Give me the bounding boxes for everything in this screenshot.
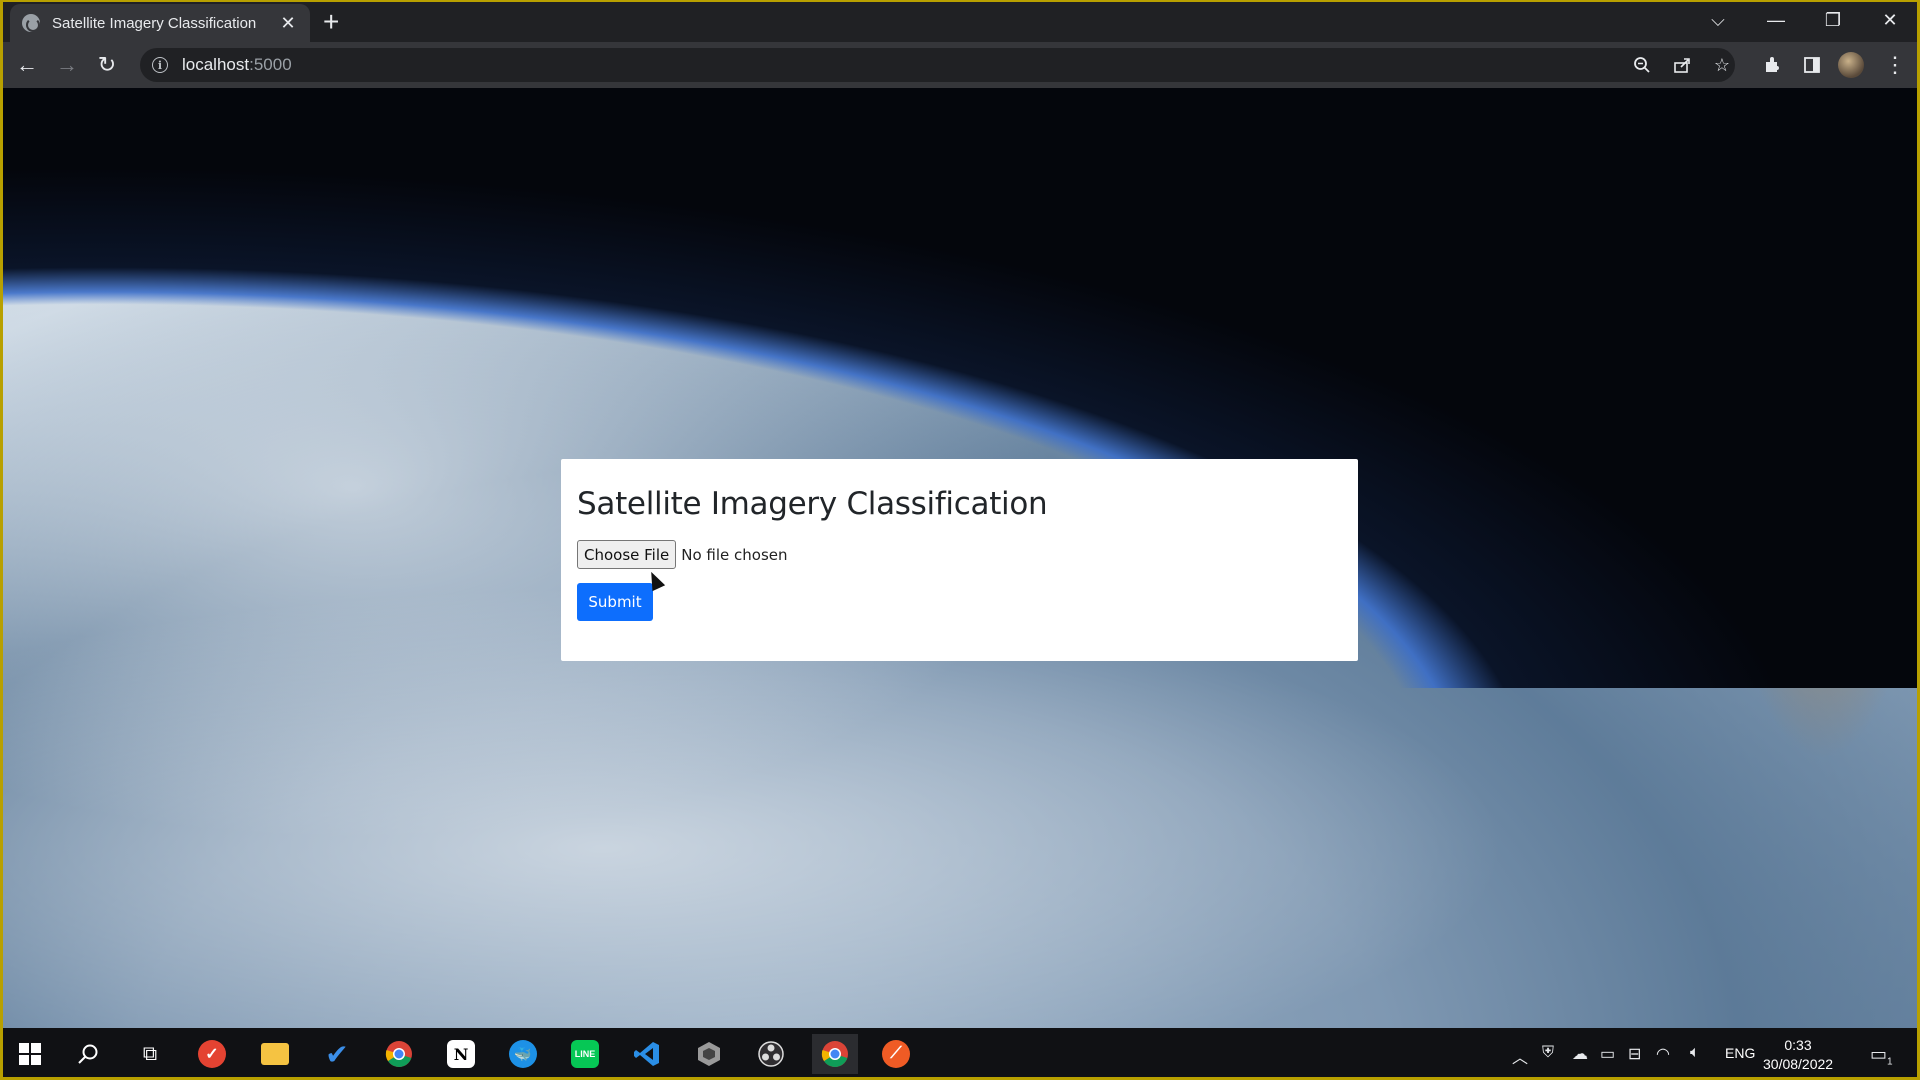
page-title: Satellite Imagery Classification [577, 486, 1048, 522]
submit-button[interactable]: Submit [577, 583, 653, 621]
extensions-icon[interactable] [1757, 50, 1787, 80]
docker-icon[interactable]: 🐳 [503, 1034, 543, 1074]
address-bar[interactable]: i localhost:5000 [140, 48, 1735, 82]
site-info-icon[interactable]: i [152, 57, 168, 73]
profile-avatar[interactable] [1838, 52, 1864, 78]
notification-icon: ▭ [1870, 1044, 1888, 1064]
file-input: Choose File No file chosen [577, 540, 1342, 569]
zoom-icon[interactable] [1627, 50, 1657, 80]
task-view-icon[interactable]: ⧉ [130, 1034, 170, 1074]
battery-icon[interactable]: ▭ [1600, 1044, 1615, 1064]
file-status-text: No file chosen [681, 545, 788, 564]
choose-file-button[interactable]: Choose File [577, 540, 677, 569]
security-icon[interactable]: ⛨ [1542, 1044, 1554, 1062]
chrome-icon[interactable] [379, 1034, 419, 1074]
obs-icon[interactable] [751, 1034, 791, 1074]
language-indicator[interactable]: ENG [1725, 1045, 1755, 1061]
url-host: localhost [182, 55, 250, 74]
microsoft-todo-icon[interactable]: ✔ [317, 1034, 357, 1074]
wifi-icon[interactable]: ◠ [1656, 1044, 1670, 1064]
upload-card: Satellite Imagery Classification Choose … [561, 459, 1358, 661]
bookmark-star-icon[interactable]: ☆ [1707, 50, 1737, 80]
url-port: :5000 [249, 55, 292, 74]
file-explorer-icon[interactable] [255, 1034, 295, 1074]
windows-taskbar: ⧉ ✓ ✔ N 🐳 LINE ⟋ ︿ ⛨ ☁ ▭ ⊟ ◠ 🔈︎ ENG 0:33… [0, 1028, 1920, 1080]
restore-button[interactable]: ❐ [1805, 0, 1861, 40]
menu-icon[interactable]: ⋮ [1880, 50, 1910, 80]
share-icon[interactable] [1667, 50, 1697, 80]
browser-toolbar: ← → ↻ i localhost:5000 ☆ ⋮ [0, 42, 1920, 88]
tray-overflow-icon[interactable]: ︿ [1512, 1044, 1528, 1068]
notion-icon[interactable]: N [441, 1034, 481, 1074]
minimize-button[interactable]: — [1748, 0, 1804, 40]
search-icon[interactable] [68, 1034, 108, 1074]
side-panel-icon[interactable] [1797, 50, 1827, 80]
globe-icon [22, 14, 40, 32]
clock-time: 0:33 [1784, 1037, 1812, 1053]
postman-icon[interactable]: ⟋ [876, 1034, 916, 1074]
device-icon[interactable]: ⊟ [1628, 1044, 1641, 1064]
vscode-icon[interactable] [627, 1034, 667, 1074]
tab-strip: Satellite Imagery Classification ✕ + ⌵ —… [0, 0, 1920, 42]
reload-icon[interactable]: ↻ [92, 50, 122, 80]
close-window-button[interactable]: ✕ [1862, 0, 1918, 40]
notification-center-icon[interactable]: ▭1 [1870, 1044, 1893, 1068]
new-tab-button[interactable]: + [323, 6, 339, 38]
forward-icon[interactable]: → [52, 50, 82, 80]
back-icon[interactable]: ← [12, 50, 42, 80]
volume-icon[interactable]: 🔈︎ [1690, 1044, 1700, 1062]
tab-title: Satellite Imagery Classification [52, 14, 257, 32]
tab-close-icon[interactable]: ✕ [278, 13, 298, 34]
onedrive-icon[interactable]: ☁ [1572, 1044, 1588, 1064]
browser-tab[interactable]: Satellite Imagery Classification ✕ [10, 4, 310, 42]
windows-start-icon[interactable] [10, 1034, 50, 1074]
clock-date: 30/08/2022 [1763, 1056, 1834, 1072]
unity-icon[interactable] [689, 1034, 729, 1074]
system-clock[interactable]: 0:33 30/08/2022 [1763, 1036, 1833, 1074]
line-icon[interactable]: LINE [565, 1034, 605, 1074]
tab-search-icon[interactable]: ⌵ [1690, 0, 1746, 40]
chrome-active-icon[interactable] [812, 1034, 858, 1074]
notification-count: 1 [1887, 1056, 1893, 1068]
todoist-icon[interactable]: ✓ [192, 1034, 232, 1074]
